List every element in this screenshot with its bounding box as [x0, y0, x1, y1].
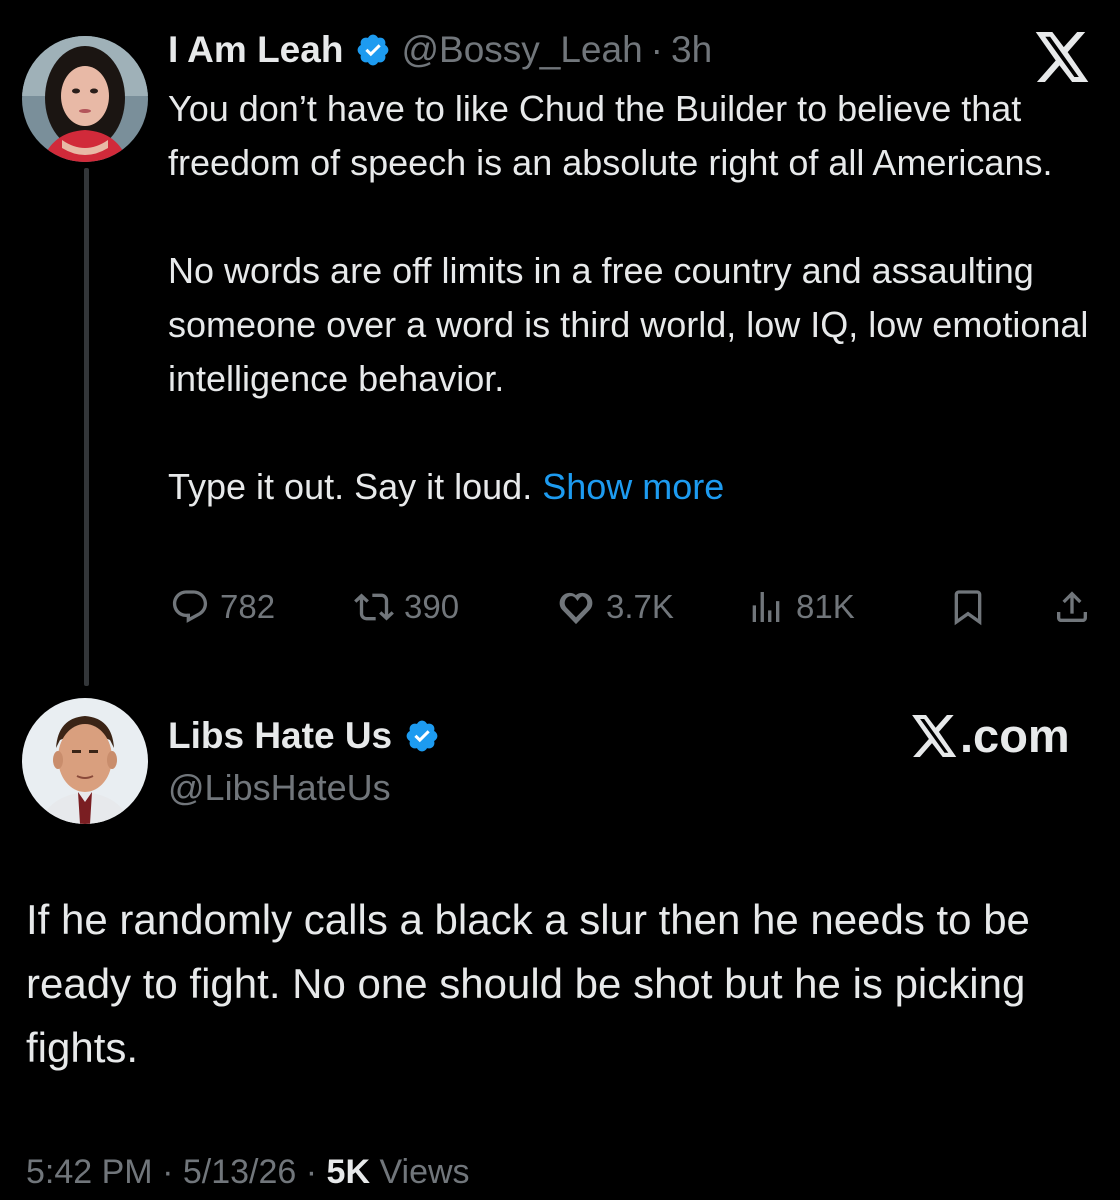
- repost-button[interactable]: 390: [354, 582, 459, 632]
- tweet2-body: If he randomly calls a black a slur then…: [26, 888, 1096, 1080]
- tweet2-views-label: Views: [379, 1153, 470, 1191]
- x-logo-icon: [1034, 32, 1092, 82]
- thread-connector-line: [84, 168, 89, 686]
- like-icon: [559, 592, 593, 625]
- like-count: 3.7K: [606, 588, 674, 625]
- reply-count: 782: [220, 588, 276, 625]
- tweet1-author-name[interactable]: I Am Leah: [168, 26, 343, 74]
- tweet1-timestamp[interactable]: 3h: [671, 26, 712, 74]
- tweet1-paragraph-text: Type it out. Say it loud.: [168, 466, 533, 507]
- avatar-libshateus[interactable]: [22, 698, 148, 824]
- verified-badge-icon: [355, 32, 391, 68]
- tweet1-paragraph-last: Type it out. Say it loud. Show more: [168, 460, 1098, 514]
- avatar-libshateus-image: [22, 698, 148, 824]
- tweet2-author-handle[interactable]: @LibsHateUs: [168, 764, 391, 812]
- tweet2-paragraph: If he randomly calls a black a slur then…: [26, 896, 1030, 1071]
- views-count: 81K: [796, 588, 855, 625]
- tweet1-body: You don’t have to like Chud the Builder …: [168, 82, 1098, 514]
- repost-count: 390: [404, 588, 460, 625]
- tweet1-paragraph: No words are off limits in a free countr…: [168, 250, 1089, 399]
- like-button[interactable]: 3.7K: [556, 582, 674, 632]
- verified-badge-icon: [404, 718, 440, 754]
- xcom-brand-text: .com: [960, 709, 1070, 762]
- xcom-brand: .com: [912, 708, 1070, 764]
- tweet1-paragraph: You don’t have to like Chud the Builder …: [168, 88, 1053, 183]
- tweet2-author-name[interactable]: Libs Hate Us: [168, 712, 392, 760]
- tweet1-action-bar: 782 390 3.7K 81K: [168, 582, 1098, 632]
- tweet2-meta: 5:42 PM · 5/13/26 · 5K Views: [26, 1148, 470, 1196]
- meta-separator: ·: [162, 1153, 174, 1191]
- bookmark-button[interactable]: [948, 582, 998, 632]
- reply-button[interactable]: 782: [170, 582, 275, 632]
- tweet2-header: Libs Hate Us: [168, 712, 450, 760]
- bookmark-icon: [954, 590, 982, 626]
- views-button[interactable]: 81K: [746, 582, 855, 632]
- tweet2-time[interactable]: 5:42 PM: [26, 1153, 153, 1191]
- tweet2-views-count[interactable]: 5K: [327, 1153, 370, 1191]
- share-button[interactable]: [1052, 582, 1102, 632]
- tweet2-date[interactable]: 5/13/26: [183, 1153, 296, 1191]
- views-icon: [752, 592, 780, 622]
- tweet1-author-handle[interactable]: @Bossy_Leah: [401, 26, 642, 74]
- meta-separator: ·: [305, 1153, 318, 1191]
- tweet1-header: I Am Leah @Bossy_Leah · 3h: [168, 26, 712, 74]
- avatar-leah-image: [22, 36, 148, 162]
- tweet1-separator: ·: [650, 29, 663, 70]
- share-icon: [1057, 591, 1087, 622]
- x-logo-icon: [912, 715, 957, 757]
- reply-icon: [172, 590, 208, 623]
- show-more-link[interactable]: Show more: [542, 466, 724, 507]
- repost-icon: [354, 593, 394, 621]
- avatar-leah[interactable]: [22, 36, 148, 162]
